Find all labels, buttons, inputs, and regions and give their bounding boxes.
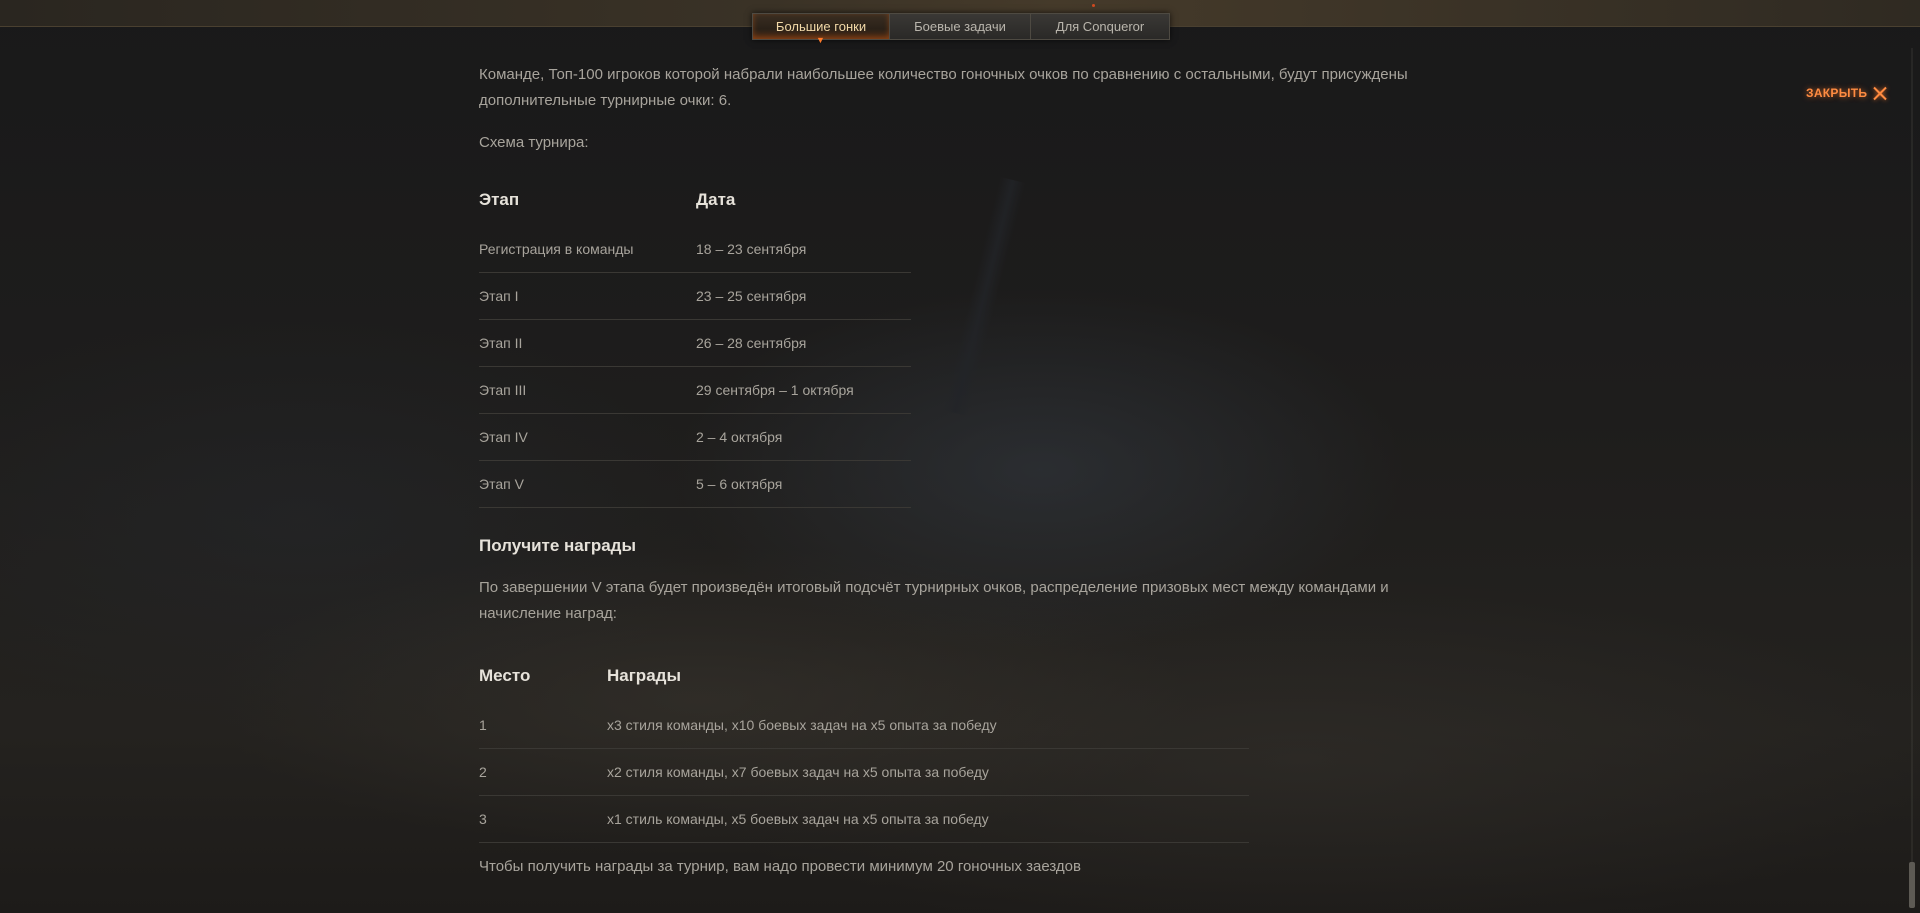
intro-paragraph: Команде, Топ-100 игроков которой набрали…	[479, 66, 1408, 109]
stage-cell: Этап IV	[479, 413, 696, 461]
schedule-table: Этап Дата Регистрация в команды 18 – 23 …	[479, 188, 911, 508]
footnote: Чтобы получить награды за турнир, вам на…	[479, 858, 1081, 875]
close-label: ЗАКРЫТЬ	[1806, 86, 1868, 100]
close-button[interactable]: ЗАКРЫТЬ	[1806, 86, 1887, 100]
top-indicator-dot	[1092, 4, 1095, 7]
tab-bar: Большие гонки ▼ Боевые задачи Для Conque…	[752, 13, 1170, 45]
tab-for-conqueror[interactable]: Для Conqueror	[1031, 14, 1169, 39]
date-cell: 5 – 6 октября	[696, 460, 911, 508]
scrollbar-thumb[interactable]	[1909, 862, 1915, 908]
rewards-intro-paragraph: По завершении V этапа будет произведён и…	[479, 579, 1389, 622]
date-cell: 29 сентября – 1 октября	[696, 366, 911, 414]
rewards-heading: Получите награды	[479, 536, 636, 555]
table-row: Этап I 23 – 25 сентября	[479, 272, 911, 320]
stage-cell: Этап III	[479, 366, 696, 414]
rewards-table: Место Награды 1 x3 стиля команды, x10 бо…	[479, 664, 1249, 843]
column-header-stage: Этап	[479, 190, 520, 209]
tab-combat-missions[interactable]: Боевые задачи	[890, 14, 1031, 39]
date-cell: 2 – 4 октября	[696, 413, 911, 461]
table-row: Этап IV 2 – 4 октября	[479, 413, 911, 461]
table-header-row: Этап Дата	[479, 188, 911, 226]
rewards-cell: x2 стиля команды, x7 боевых задач на x5 …	[607, 748, 1249, 796]
table-row: 2 x2 стиля команды, x7 боевых задач на x…	[479, 748, 1249, 796]
close-icon	[1873, 86, 1887, 100]
tab-big-races[interactable]: Большие гонки ▼	[753, 14, 890, 45]
table-row: 1 x3 стиля команды, x10 боевых задач на …	[479, 702, 1249, 749]
table-row: Этап II 26 – 28 сентября	[479, 319, 911, 367]
column-header-rewards: Награды	[607, 666, 681, 685]
date-cell: 26 – 28 сентября	[696, 319, 911, 367]
stage-cell: Этап V	[479, 460, 696, 508]
tab-label: Для Conqueror	[1055, 19, 1145, 34]
table-row: 3 x1 стиль команды, x5 боевых задач на x…	[479, 795, 1249, 843]
schema-label: Схема турнира:	[479, 134, 589, 151]
table-row: Регистрация в команды 18 – 23 сентября	[479, 226, 911, 273]
scrollbar[interactable]	[1908, 48, 1916, 908]
tab-label: Боевые задачи	[914, 19, 1006, 34]
rewards-cell: x1 стиль команды, x5 боевых задач на x5 …	[607, 795, 1249, 843]
column-header-date: Дата	[696, 190, 736, 209]
tab-label: Большие гонки	[775, 19, 867, 34]
place-cell: 3	[479, 795, 607, 843]
date-cell: 18 – 23 сентября	[696, 226, 911, 273]
scrollbar-track	[1911, 48, 1913, 908]
table-header-row: Место Награды	[479, 664, 1249, 702]
date-cell: 23 – 25 сентября	[696, 272, 911, 320]
table-row: Этап V 5 – 6 октября	[479, 460, 911, 508]
table-row: Этап III 29 сентября – 1 октября	[479, 366, 911, 414]
stage-cell: Этап I	[479, 272, 696, 320]
active-tab-chevron-icon: ▼	[816, 35, 825, 45]
stage-cell: Регистрация в команды	[479, 226, 696, 273]
place-cell: 1	[479, 702, 607, 749]
column-header-place: Место	[479, 666, 531, 685]
stage-cell: Этап II	[479, 319, 696, 367]
rewards-cell: x3 стиля команды, x10 боевых задач на x5…	[607, 702, 1249, 749]
place-cell: 2	[479, 748, 607, 796]
